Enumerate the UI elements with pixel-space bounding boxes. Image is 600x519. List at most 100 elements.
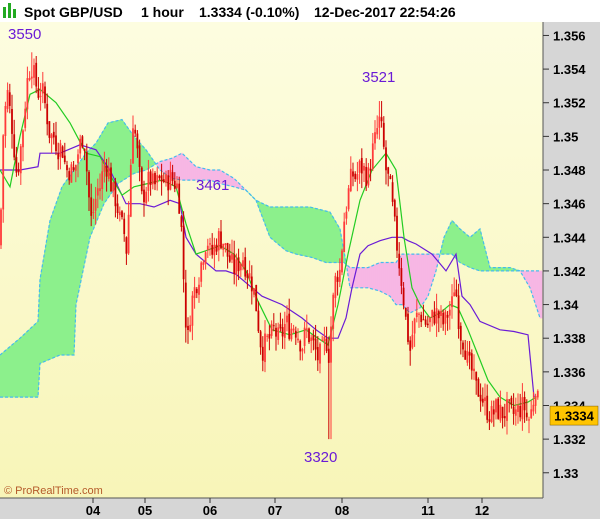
price-tick-label: 1.338 bbox=[553, 331, 586, 346]
price-tick-label: 1.356 bbox=[553, 28, 586, 43]
candle-body bbox=[92, 212, 95, 214]
candle-body bbox=[477, 378, 480, 397]
candle-body bbox=[235, 259, 238, 275]
candle-body bbox=[41, 83, 44, 94]
candle-body bbox=[517, 405, 519, 412]
candle-body bbox=[22, 130, 24, 148]
price-tick-label: 1.348 bbox=[553, 163, 586, 178]
price-annotation: 3550 bbox=[8, 26, 41, 43]
candle-body bbox=[138, 145, 141, 167]
date-tick-label: 12 bbox=[475, 503, 489, 518]
candle-body bbox=[288, 313, 291, 339]
candle-body bbox=[15, 157, 18, 173]
candle-body bbox=[281, 327, 284, 337]
candle-body bbox=[237, 257, 240, 272]
candle-body bbox=[479, 394, 482, 402]
candle-body bbox=[358, 160, 361, 173]
candle-body bbox=[442, 312, 445, 325]
price-tick-label: 1.332 bbox=[553, 432, 586, 447]
candle-body bbox=[253, 288, 255, 295]
candle-body bbox=[30, 76, 33, 79]
candle-body bbox=[220, 231, 222, 249]
candle-body bbox=[508, 399, 511, 401]
candle-body bbox=[52, 131, 55, 138]
candle-body bbox=[444, 311, 447, 324]
date-tick-label: 08 bbox=[335, 503, 349, 518]
candle-body bbox=[334, 275, 337, 299]
candle-body bbox=[431, 309, 434, 318]
candle-body bbox=[191, 295, 194, 326]
cloud-segment bbox=[539, 270, 543, 319]
copyright-label: © ProRealTime.com bbox=[4, 485, 103, 497]
candle-body bbox=[129, 164, 132, 217]
candle-body bbox=[2, 135, 5, 210]
candle-body bbox=[151, 173, 154, 185]
candle-body bbox=[308, 328, 310, 343]
candle-body bbox=[145, 191, 148, 204]
candle-body bbox=[57, 153, 60, 160]
candle-body bbox=[37, 88, 40, 98]
candle-body bbox=[8, 92, 11, 106]
candle-body bbox=[290, 328, 293, 340]
candle-body bbox=[154, 172, 156, 185]
candle-body bbox=[363, 165, 365, 171]
candle-body bbox=[393, 200, 396, 217]
date-tick-label: 04 bbox=[86, 503, 101, 518]
candle-body bbox=[156, 175, 159, 183]
candle-body bbox=[475, 371, 478, 381]
candle-body bbox=[261, 346, 264, 361]
candle-body bbox=[268, 334, 271, 339]
candle-body bbox=[202, 262, 205, 265]
candle-body bbox=[440, 310, 442, 316]
candle-body bbox=[451, 296, 453, 308]
candle-body bbox=[55, 135, 57, 152]
candle-body bbox=[299, 340, 302, 352]
timeframe-label: 1 hour bbox=[141, 4, 184, 20]
candle-body bbox=[182, 225, 185, 280]
candle-body bbox=[61, 146, 64, 158]
candle-body bbox=[244, 257, 247, 277]
candle-body bbox=[297, 338, 299, 341]
candle-body bbox=[277, 327, 280, 340]
candle-body bbox=[519, 405, 522, 418]
candle-body bbox=[521, 397, 524, 420]
candle-body bbox=[270, 323, 273, 336]
candle-body bbox=[94, 198, 97, 211]
candle-body bbox=[369, 168, 372, 171]
candle-body bbox=[327, 348, 330, 363]
candle-body bbox=[422, 319, 425, 321]
candle-body bbox=[127, 214, 130, 254]
candle-body bbox=[160, 175, 163, 182]
candle-body bbox=[523, 396, 526, 411]
candle-body bbox=[481, 398, 484, 403]
candle-body bbox=[330, 326, 332, 363]
candle-body bbox=[396, 215, 398, 251]
candle-body bbox=[536, 391, 539, 398]
candle-body bbox=[44, 86, 46, 104]
candle-body bbox=[473, 368, 475, 372]
candle-body bbox=[99, 188, 101, 192]
candle-body bbox=[178, 183, 181, 214]
candle-body bbox=[259, 331, 262, 348]
candle-body bbox=[514, 409, 517, 416]
candle-body bbox=[418, 313, 420, 315]
price-tick-label: 1.354 bbox=[553, 62, 586, 77]
price-annotation: 3521 bbox=[362, 69, 395, 86]
candle-body bbox=[264, 333, 266, 363]
candle-body bbox=[411, 334, 414, 348]
candle-body bbox=[382, 122, 385, 147]
candle-body bbox=[50, 134, 53, 139]
candle-body bbox=[242, 260, 244, 267]
candle-body bbox=[246, 273, 249, 278]
price-tick-label: 1.344 bbox=[553, 230, 586, 245]
candle-body bbox=[173, 180, 176, 189]
candle-body bbox=[257, 310, 260, 332]
candle-body bbox=[486, 395, 489, 420]
candle-body bbox=[470, 353, 473, 371]
candle-body bbox=[286, 315, 288, 323]
candle-body bbox=[424, 319, 427, 325]
last-price-label: 1.3334 bbox=[554, 409, 595, 424]
candle-body bbox=[162, 179, 165, 182]
candle-body bbox=[312, 335, 315, 341]
candle-body bbox=[376, 128, 379, 135]
